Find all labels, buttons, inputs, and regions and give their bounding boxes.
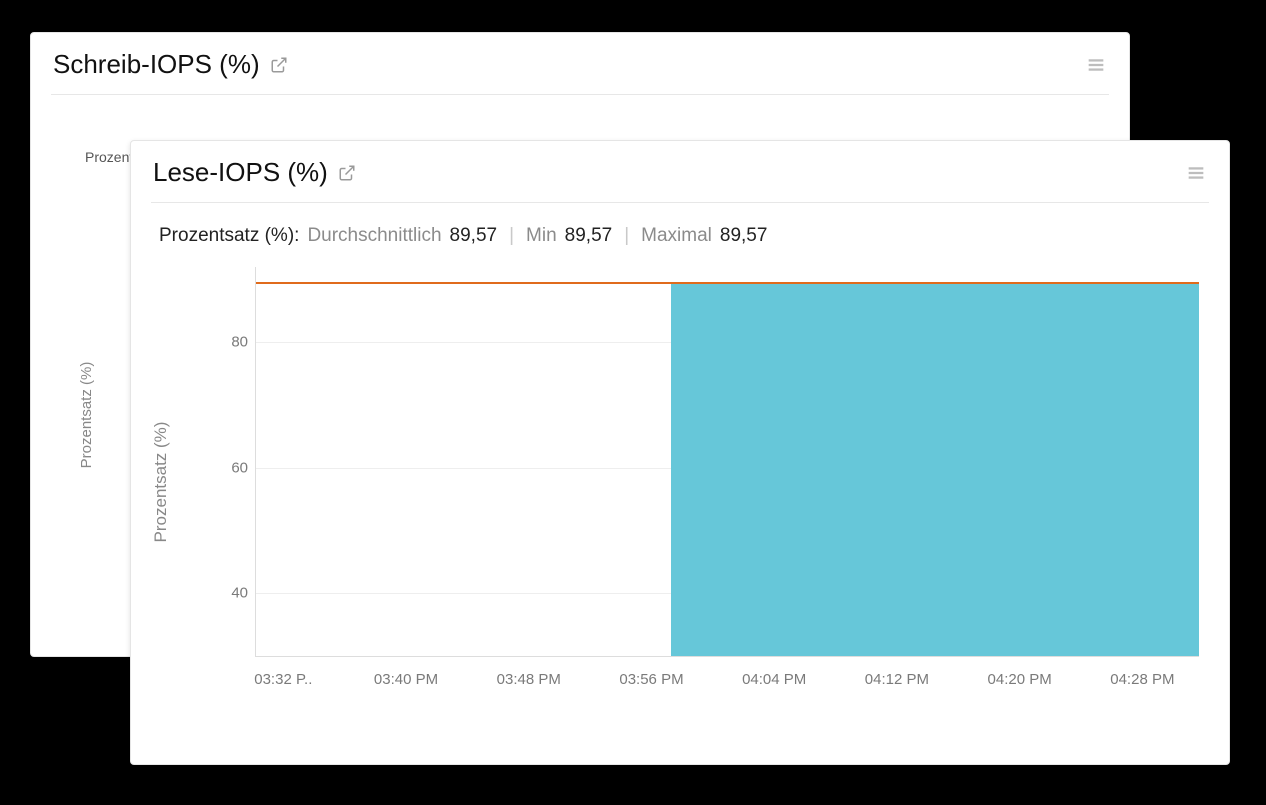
plot-inner: 80 60 40 bbox=[255, 267, 1199, 657]
stat-max-name: Maximal bbox=[641, 225, 712, 247]
stat-sep: | bbox=[505, 225, 518, 247]
stat-sep: | bbox=[620, 225, 633, 247]
x-tick: 03:32 P.. bbox=[254, 671, 312, 688]
y-tick: 80 bbox=[231, 334, 248, 351]
stats-row: Prozentsatz (%): Durchschnittlich 89,57 … bbox=[131, 203, 1229, 257]
menu-icon[interactable] bbox=[1185, 162, 1207, 184]
x-tick: 03:40 PM bbox=[374, 671, 438, 688]
panel-title: Lese-IOPS (%) bbox=[153, 157, 328, 188]
y-tick: 60 bbox=[231, 459, 248, 476]
panel-header: Lese-IOPS (%) bbox=[131, 141, 1229, 202]
stat-avg-val: 89,57 bbox=[450, 225, 498, 247]
stats-label: Prozentsatz (%): bbox=[159, 225, 299, 247]
panel-title-wrap: Schreib-IOPS (%) bbox=[53, 49, 288, 80]
x-tick: 04:20 PM bbox=[988, 671, 1052, 688]
panel-title: Schreib-IOPS (%) bbox=[53, 49, 260, 80]
x-tick: 03:56 PM bbox=[619, 671, 683, 688]
menu-icon[interactable] bbox=[1085, 54, 1107, 76]
stat-min-val: 89,57 bbox=[565, 225, 613, 247]
stat-avg-name: Durchschnittlich bbox=[307, 225, 441, 247]
y-tick: 40 bbox=[231, 585, 248, 602]
popout-icon[interactable] bbox=[270, 56, 288, 74]
chart-area: Prozentsatz (%) 80 60 40 03:32 P.. 03:40… bbox=[155, 257, 1209, 707]
series-line bbox=[256, 282, 1199, 284]
stats-label: Prozent bbox=[85, 149, 133, 165]
x-tick: 04:28 PM bbox=[1110, 671, 1174, 688]
y-axis-title: Prozentsatz (%) bbox=[151, 422, 171, 543]
y-axis-title: Prozentsatz (%) bbox=[78, 362, 95, 469]
stat-min-name: Min bbox=[526, 225, 557, 247]
x-tick: 04:04 PM bbox=[742, 671, 806, 688]
stat-max-val: 89,57 bbox=[720, 225, 768, 247]
divider bbox=[51, 94, 1109, 95]
panel-lese-iops: Lese-IOPS (%) Prozentsatz (%): Durchschn… bbox=[130, 140, 1230, 765]
panel-title-wrap: Lese-IOPS (%) bbox=[153, 157, 356, 188]
x-tick: 03:48 PM bbox=[497, 671, 561, 688]
popout-icon[interactable] bbox=[338, 164, 356, 182]
series-fill bbox=[671, 282, 1199, 656]
x-ticks: 03:32 P.. 03:40 PM 03:48 PM 03:56 PM 04:… bbox=[255, 671, 1199, 691]
plot[interactable]: 80 60 40 bbox=[255, 267, 1199, 657]
panel-header: Schreib-IOPS (%) bbox=[31, 33, 1129, 94]
x-tick: 04:12 PM bbox=[865, 671, 929, 688]
